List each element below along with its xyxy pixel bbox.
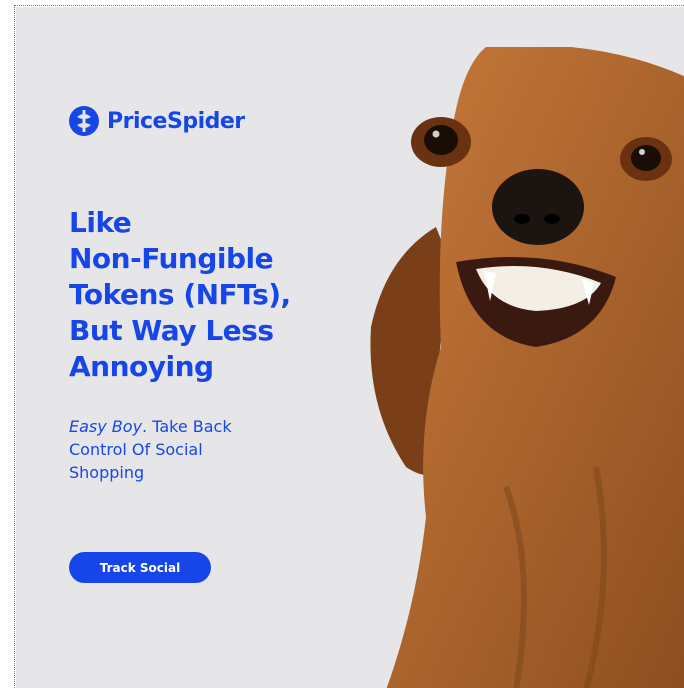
subheadline-emphasis: Easy Boy xyxy=(69,417,143,436)
headline-line: Tokens (NFTs), xyxy=(69,278,291,311)
headline: Like Non-Fungible Tokens (NFTs), But Way… xyxy=(69,205,329,385)
dog-photo xyxy=(370,47,684,688)
brand-logo: PriceSpider xyxy=(69,106,245,136)
headline-line: But Way Less xyxy=(69,314,274,347)
headline-line: Non-Fungible xyxy=(69,242,274,275)
track-social-button[interactable]: Track Social xyxy=(69,552,211,583)
ad-banner[interactable]: PriceSpider Like Non-Fungible Tokens (NF… xyxy=(16,7,684,688)
pricespider-logo-icon xyxy=(69,106,99,136)
subheadline: Easy Boy. Take Back Control Of Social Sh… xyxy=(69,415,249,484)
headline-line: Annoying xyxy=(69,350,214,383)
brand-name: PriceSpider xyxy=(107,108,245,134)
ad-frame: PriceSpider Like Non-Fungible Tokens (NF… xyxy=(14,5,684,688)
headline-line: Like xyxy=(69,206,132,239)
